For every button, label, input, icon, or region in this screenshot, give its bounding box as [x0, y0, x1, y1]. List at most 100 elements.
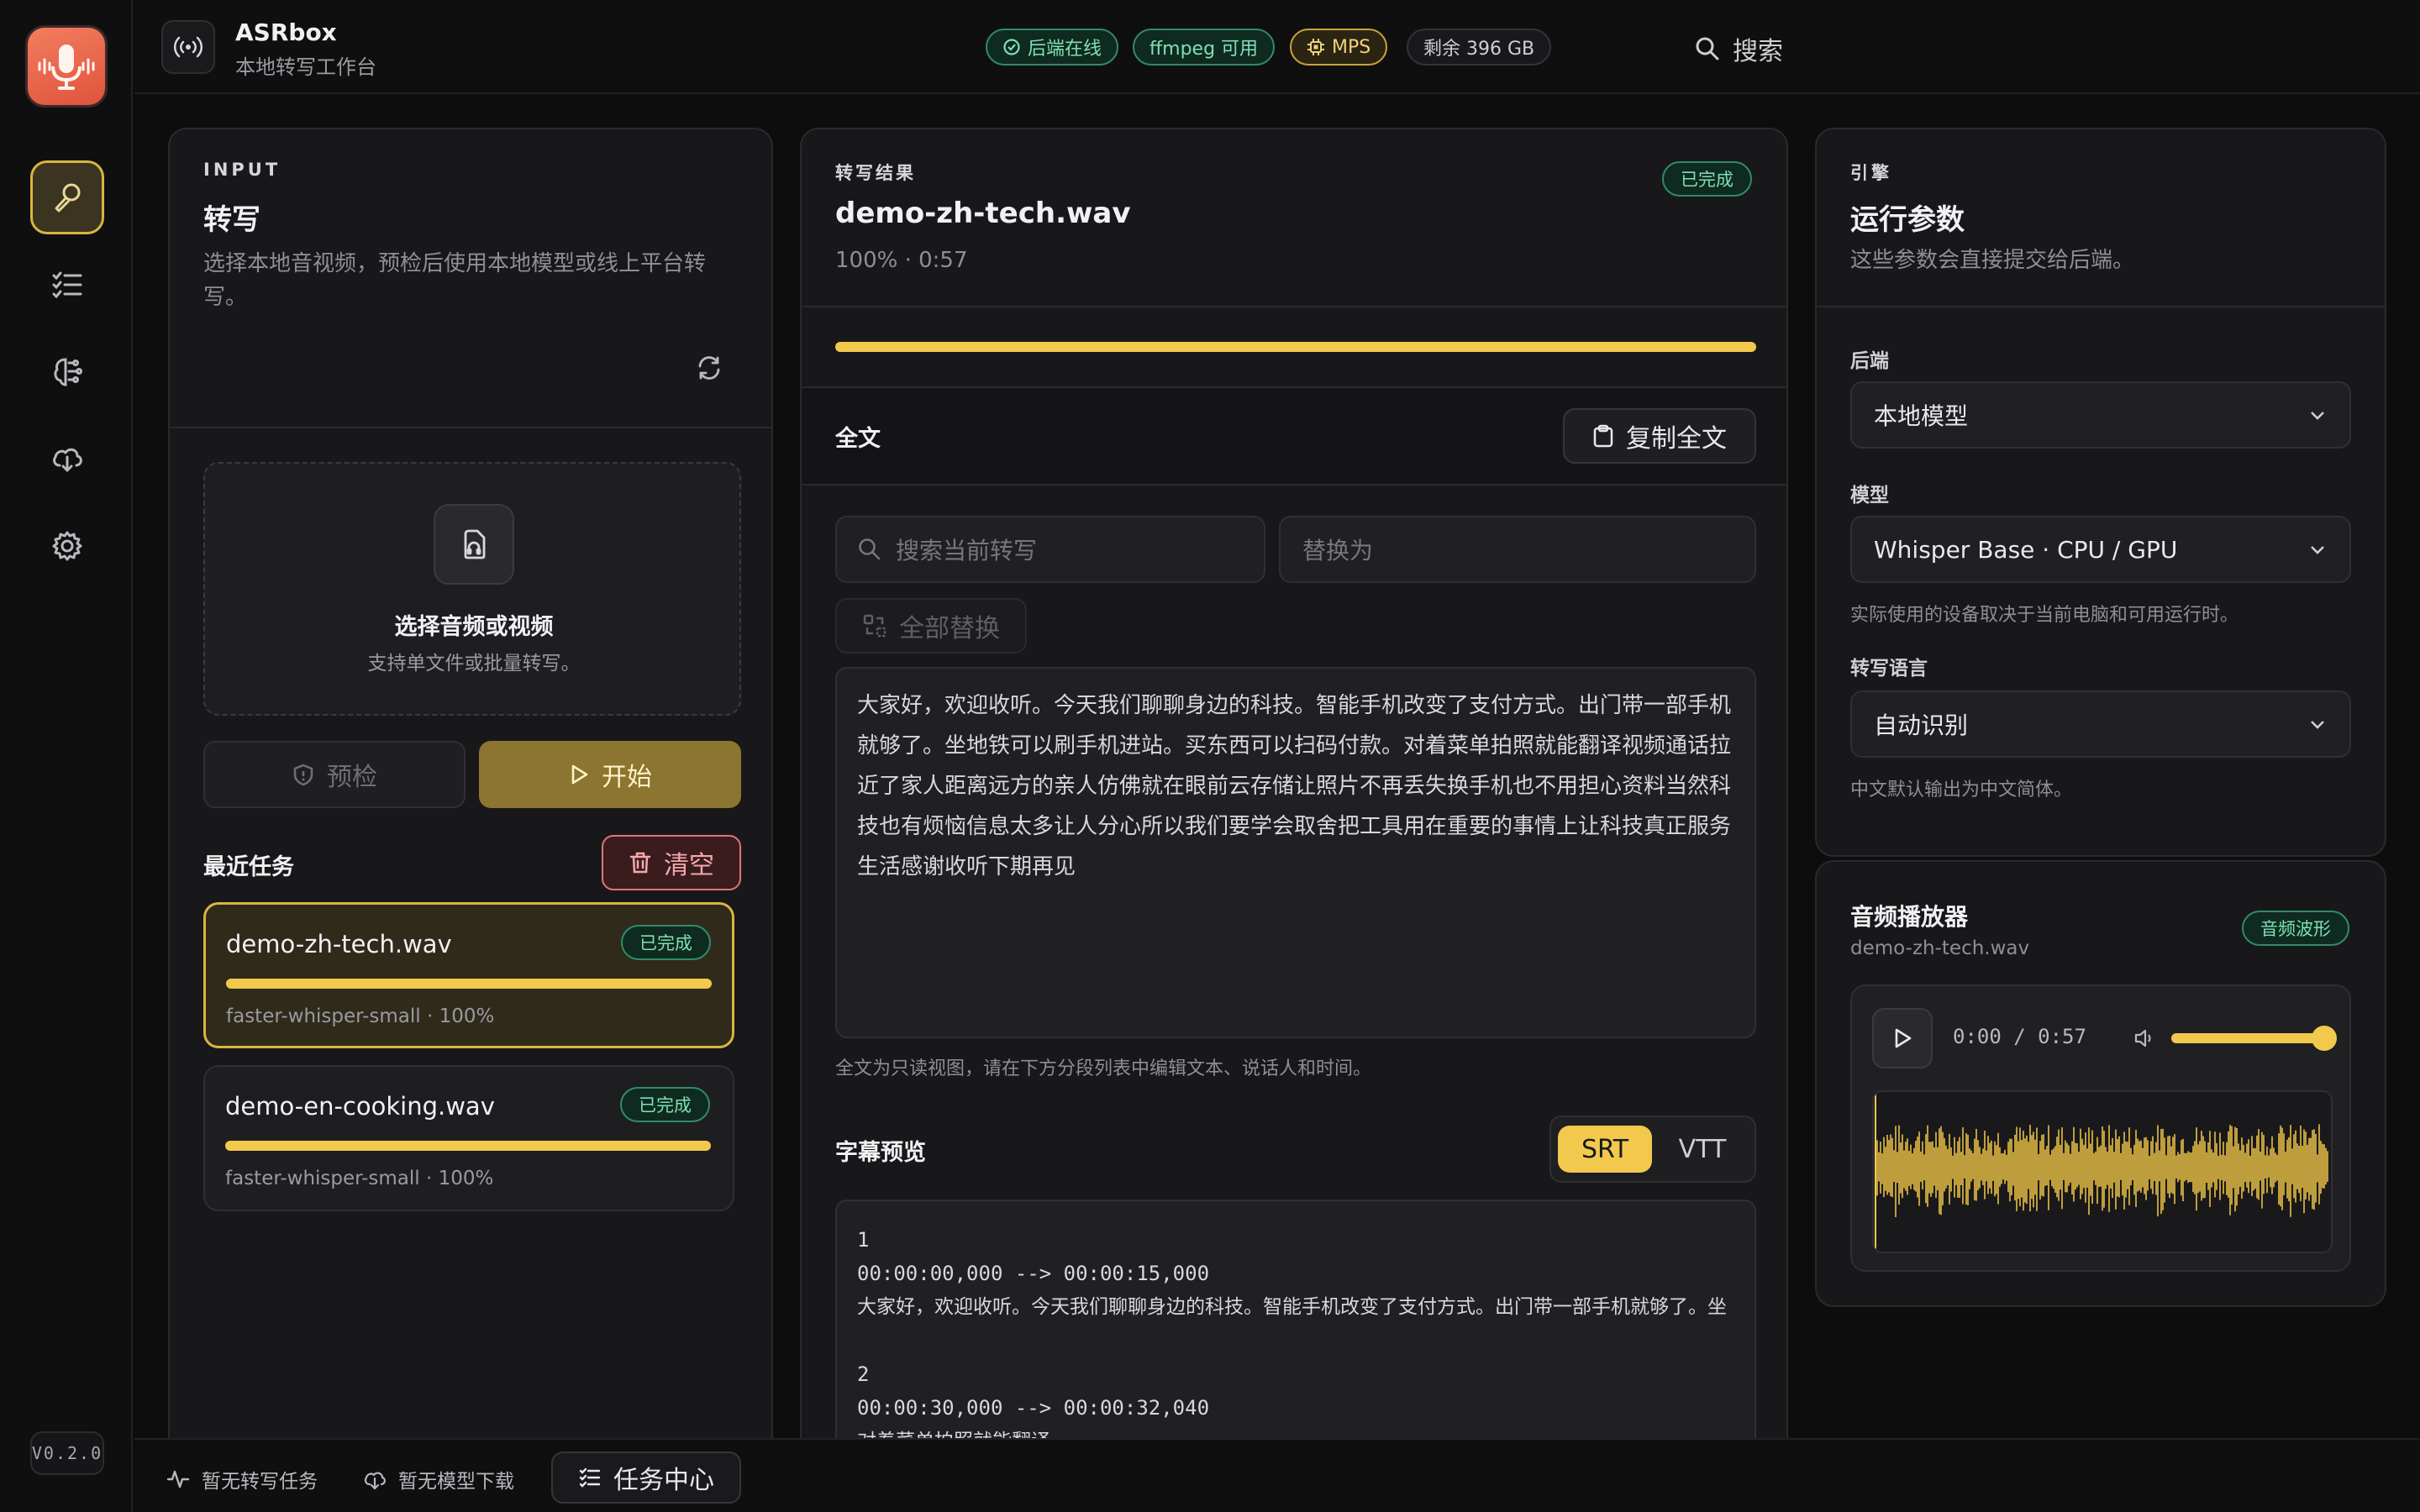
nav-settings[interactable]: [30, 509, 104, 583]
gear-icon: [52, 531, 82, 561]
task-card[interactable]: demo-zh-tech.wav 已完成 faster-whisper-smal…: [203, 902, 734, 1048]
task-progress-track: [226, 979, 712, 989]
app-logo[interactable]: [28, 28, 105, 105]
precheck-button[interactable]: 预检: [203, 741, 466, 808]
result-panel: 转写结果 demo-zh-tech.wav 100% · 0:57 已完成 全文…: [800, 128, 1788, 1472]
chevron-down-icon: [2311, 721, 2324, 729]
result-meta: 100% · 0:57: [835, 248, 968, 273]
nav-tasks[interactable]: [30, 248, 104, 322]
microphone-icon: [55, 183, 81, 213]
format-srt-tab[interactable]: SRT: [1558, 1126, 1652, 1173]
readonly-note: 全文为只读视图，请在下方分段列表中编辑文本、说话人和时间。: [835, 1058, 1372, 1079]
srt-time: 00:00:30,000 --> 00:00:32,040: [857, 1396, 1210, 1420]
task-progress-track: [225, 1141, 711, 1151]
broadcast-icon: [161, 20, 215, 74]
input-panel: INPUT 转写 选择本地音视频，预检后使用本地模型或线上平台转写。 选择音频或…: [168, 128, 773, 1472]
side-rail: V0.2.0: [0, 0, 133, 1512]
cloud-download-icon: [53, 448, 82, 472]
player-box: 0:00 / 0:57: [1850, 984, 2351, 1272]
start-button[interactable]: 开始: [479, 741, 741, 808]
result-progress-fill: [835, 342, 1756, 352]
play-button[interactable]: [1872, 1008, 1933, 1068]
trash-icon: [629, 852, 651, 874]
model-select[interactable]: Whisper Base · CPU / GPU: [1850, 516, 2351, 583]
search-label: 搜索: [1733, 37, 1783, 66]
recent-tasks-title: 最近任务: [203, 854, 294, 880]
chevron-down-icon: [2311, 412, 2324, 420]
task-name: demo-zh-tech.wav: [226, 930, 452, 958]
fulltext-view[interactable]: 大家好，欢迎收听。今天我们聊聊身边的科技。智能手机改变了支付方式。出门带一部手机…: [835, 667, 1756, 1038]
player-file-name: demo-zh-tech.wav: [1850, 937, 2030, 959]
microphone-wave-icon: [38, 45, 95, 90]
subtitle-preview-title: 字幕预览: [835, 1140, 926, 1166]
srt-index: 1: [857, 1228, 870, 1252]
srt-time: 00:00:00,000 --> 00:00:15,000: [857, 1262, 1210, 1285]
dropzone-hint: 支持单文件或批量转写。: [367, 653, 581, 675]
replace-input[interactable]: 替换为: [1279, 516, 1756, 583]
engine-panel: 引擎 运行参数 这些参数会直接提交给后端。 后端 本地模型 模型 Whisper…: [1815, 128, 2386, 857]
replace-all-button[interactable]: 全部替换: [835, 598, 1027, 654]
input-title: 转写: [203, 203, 260, 237]
version-badge: V0.2.0: [30, 1431, 104, 1475]
task-card[interactable]: demo-en-cooking.wav 已完成 faster-whisper-s…: [203, 1065, 734, 1211]
copy-fulltext-button[interactable]: 复制全文: [1563, 408, 1756, 464]
backend-select[interactable]: 本地模型: [1850, 381, 2351, 449]
task-center-button[interactable]: 任务中心: [551, 1452, 741, 1504]
nav-downloads[interactable]: [30, 422, 104, 496]
replace-icon: [863, 614, 886, 638]
task-name: demo-en-cooking.wav: [225, 1092, 495, 1121]
srt-text: 大家好，欢迎收听。今天我们聊聊身边的科技。智能手机改变了支付方式。出门带一部手机…: [857, 1296, 1727, 1318]
global-search[interactable]: 搜索: [1694, 30, 1783, 67]
play-icon: [571, 764, 588, 785]
fulltext-title: 全文: [835, 426, 881, 452]
task-status-badge: 已完成: [621, 925, 711, 960]
transcript-search-input[interactable]: 搜索当前转写: [835, 516, 1265, 583]
volume-slider-handle[interactable]: [2312, 1026, 2337, 1051]
task-progress-fill: [225, 1141, 711, 1151]
task-progress-fill: [226, 979, 712, 989]
model-hint: 实际使用的设备取决于当前电脑和可用运行时。: [1850, 605, 2239, 626]
waveform-display[interactable]: [1872, 1090, 2333, 1253]
chip-icon: [1307, 39, 1324, 55]
transcribe-status: 暂无转写任务: [166, 1465, 318, 1494]
backend-status-badge: 后端在线: [986, 29, 1119, 66]
download-status: 暂无模型下载: [363, 1465, 514, 1494]
model-label: 模型: [1850, 485, 1889, 507]
audio-player-panel: 音频播放器 demo-zh-tech.wav 音频波形 0:00 / 0:57: [1815, 860, 2386, 1307]
input-eyebrow: INPUT: [203, 160, 281, 180]
brain-icon: [54, 358, 82, 386]
search-icon: [859, 538, 881, 560]
app-subtitle: 本地转写工作台: [235, 55, 376, 79]
result-progress-track: [835, 342, 1756, 352]
nav-models[interactable]: [30, 334, 104, 408]
play-icon: [1895, 1028, 1912, 1048]
language-label: 转写语言: [1850, 658, 1928, 680]
app-name: ASRbox: [235, 18, 337, 46]
ffmpeg-status-badge: ffmpeg 可用: [1133, 29, 1276, 66]
chevron-down-icon: [2311, 546, 2324, 554]
check-circle-icon: [1003, 39, 1020, 55]
activity-icon: [166, 1470, 190, 1488]
dropzone-title: 选择音频或视频: [394, 614, 554, 640]
task-meta: faster-whisper-small · 100%: [226, 1005, 495, 1027]
clear-button[interactable]: 清空: [602, 835, 741, 890]
language-select[interactable]: 自动识别: [1850, 690, 2351, 758]
search-icon: [1696, 37, 1719, 60]
playback-time: 0:00 / 0:57: [1953, 1025, 2086, 1048]
clipboard-icon: [1593, 424, 1613, 448]
nav-transcribe[interactable]: [30, 160, 104, 234]
format-vtt-tab[interactable]: VTT: [1659, 1126, 1746, 1173]
file-dropzone[interactable]: 选择音频或视频 支持单文件或批量转写。: [203, 462, 741, 716]
engine-eyebrow: 引擎: [1850, 163, 1892, 183]
status-footer: 暂无转写任务 暂无模型下载 任务中心: [134, 1438, 2420, 1512]
disk-space-badge: 剩余 396 GB: [1407, 29, 1552, 66]
subtitle-format-toggle: SRT VTT: [1549, 1116, 1756, 1183]
refresh-icon[interactable]: [696, 354, 723, 387]
task-meta: faster-whisper-small · 100%: [225, 1168, 494, 1189]
volume-slider[interactable]: [2171, 1026, 2337, 1051]
result-eyebrow: 转写结果: [835, 163, 916, 183]
engine-description: 这些参数会直接提交给后端。: [1850, 248, 2135, 273]
volume-icon[interactable]: [2133, 1026, 2156, 1056]
srt-preview[interactable]: 1 00:00:00,000 --> 00:00:15,000 大家好，欢迎收听…: [835, 1200, 1756, 1470]
srt-index: 2: [857, 1362, 870, 1386]
